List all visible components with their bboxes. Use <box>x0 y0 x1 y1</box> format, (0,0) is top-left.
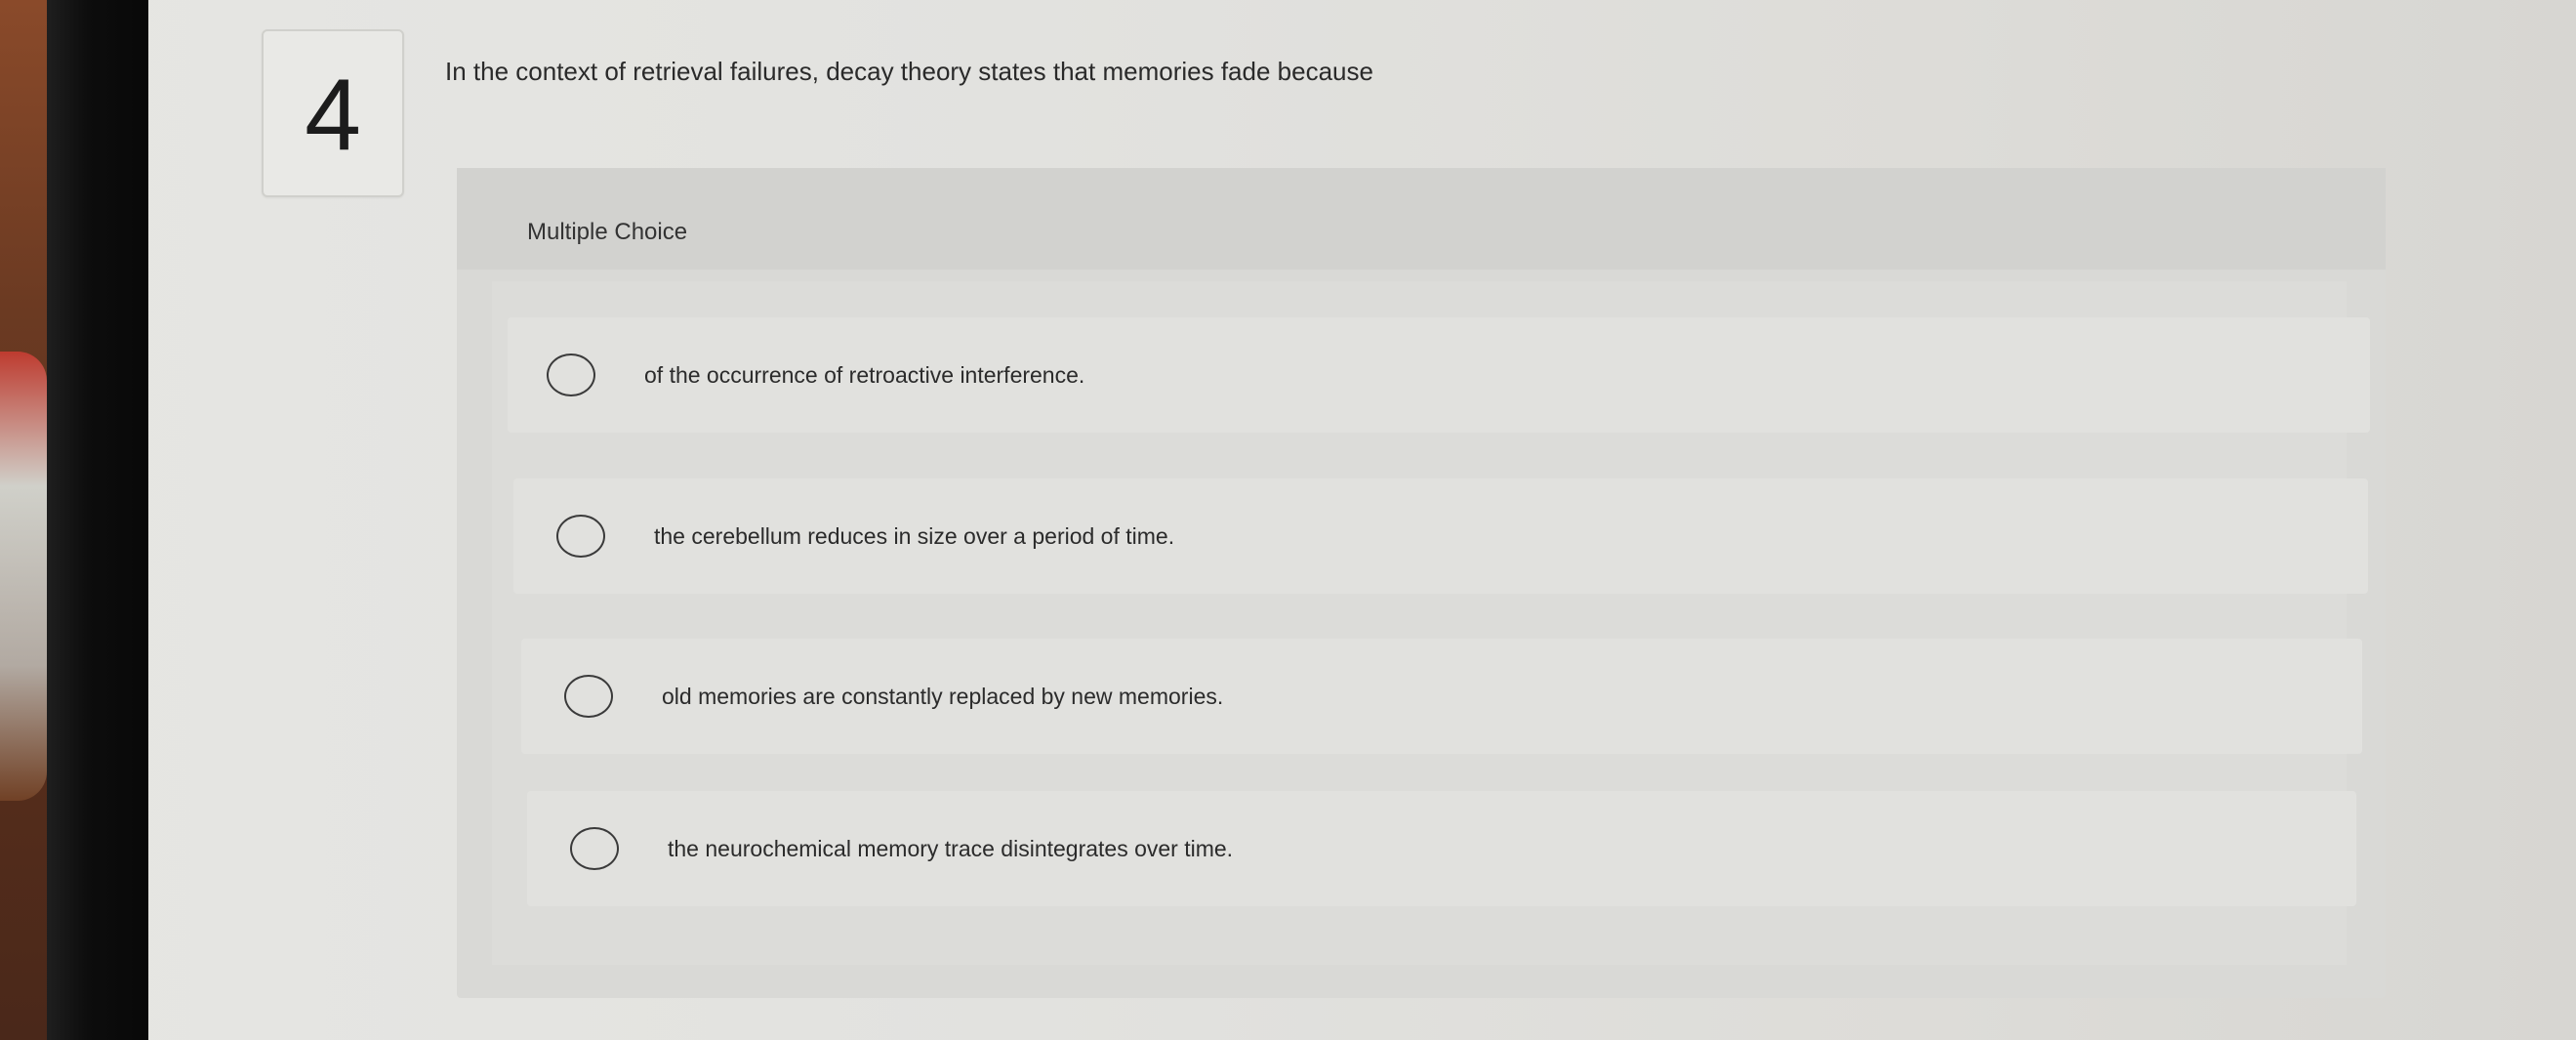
desk-background <box>0 0 47 1040</box>
radio-button-icon[interactable] <box>556 515 605 558</box>
answer-option-4[interactable]: the neurochemical memory trace disintegr… <box>527 791 2356 906</box>
question-number-card: 4 <box>262 29 404 197</box>
radio-button-icon[interactable] <box>547 354 595 396</box>
answer-option-2[interactable]: the cerebellum reduces in size over a pe… <box>513 478 2368 594</box>
radio-button-icon[interactable] <box>564 675 613 718</box>
answer-option-1[interactable]: of the occurrence of retroactive interfe… <box>508 317 2370 433</box>
radio-button-icon[interactable] <box>570 827 619 870</box>
question-type-label: Multiple Choice <box>527 219 688 245</box>
monitor-bezel <box>47 0 148 1040</box>
answer-option-text: of the occurrence of retroactive interfe… <box>644 361 1085 388</box>
answer-option-text: the cerebellum reduces in size over a pe… <box>654 522 1175 549</box>
question-prompt: In the context of retrieval failures, de… <box>445 57 1373 86</box>
question-number: 4 <box>305 59 361 172</box>
answer-option-3[interactable]: old memories are constantly replaced by … <box>521 639 2362 754</box>
answer-panel-header: Multiple Choice <box>457 168 2386 270</box>
answer-option-text: the neurochemical memory trace disintegr… <box>668 835 1234 861</box>
answer-option-text: old memories are constantly replaced by … <box>662 683 1224 709</box>
